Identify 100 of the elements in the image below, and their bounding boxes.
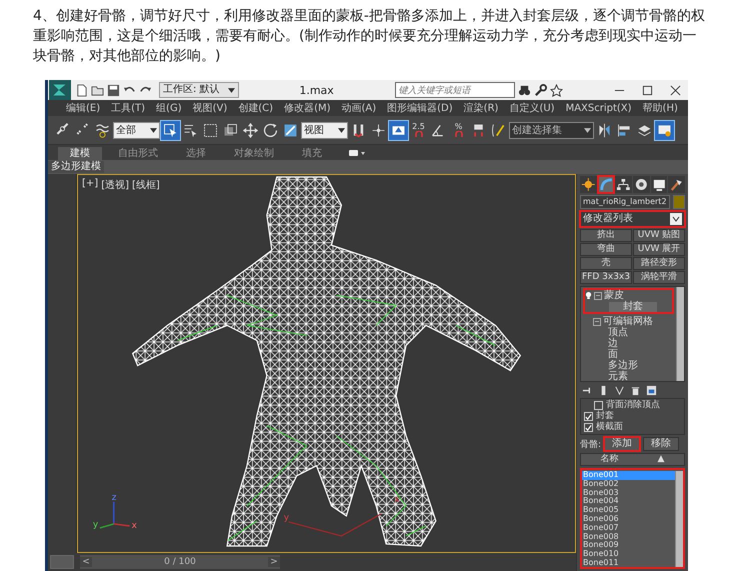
bone-list-item[interactable]: Bone001 [582, 471, 675, 480]
stack-sub-item[interactable]: 面 [608, 350, 618, 360]
stack-sub-item[interactable]: 元素 [608, 372, 628, 382]
bone-list-item[interactable]: Bone007 [582, 524, 675, 533]
modifier-button[interactable]: UVW 贴图 [633, 229, 685, 242]
bone-list-item[interactable]: Bone005 [582, 506, 675, 515]
stack-sub-item[interactable]: 边 [608, 338, 618, 348]
frame-counter: 0 / 100 [164, 557, 196, 567]
modifier-button[interactable]: 弯曲 [580, 243, 632, 256]
viewport-menu-label[interactable]: [透视] [101, 178, 129, 192]
new-file-icon[interactable] [75, 84, 88, 96]
ribbon-panel-label[interactable]: 多边形建模 [48, 161, 104, 173]
collapse-toggle-icon[interactable] [594, 292, 602, 300]
menu-item[interactable]: 渲染(R) [464, 101, 498, 115]
menu-item[interactable]: 编辑(E) [66, 101, 100, 115]
snap-toggle-button[interactable]: % [449, 120, 468, 140]
snap-toggle-button[interactable]: 2.5 [409, 120, 428, 140]
modifier-button[interactable]: UVW 展开 [633, 243, 685, 256]
modifier-button[interactable]: 壳 [580, 257, 632, 270]
search-field[interactable]: 键入关键字或短语 [394, 82, 515, 98]
scrollbar[interactable] [676, 287, 684, 381]
menu-item[interactable]: 创建(C) [238, 101, 274, 115]
menu-item[interactable]: 组(G) [156, 101, 182, 115]
toolbar-dropdown[interactable]: 全部 [113, 122, 160, 138]
toolbar-dropdown[interactable]: 创建选择集 [509, 122, 594, 138]
magnet-icon [454, 130, 462, 136]
ribbon-tab[interactable]: 建模 [58, 147, 102, 160]
render-tool-icon[interactable] [655, 120, 674, 140]
next-frame-button[interactable]: > [268, 557, 280, 567]
window-title: 1.max [298, 84, 335, 96]
star-icon[interactable] [550, 84, 563, 96]
ribbon-tab[interactable]: 填充 [290, 147, 334, 160]
ribbon-options-icon[interactable] [348, 149, 366, 157]
stack-sub-item[interactable]: 顶点 [608, 328, 628, 338]
checkbox[interactable] [594, 401, 603, 410]
timeline-bar[interactable]: < 0 / 100 > [80, 555, 280, 569]
modifier-button[interactable]: 挤出 [580, 229, 632, 242]
ribbon-tab[interactable]: 选择 [174, 147, 218, 160]
utilities-tab-icon[interactable] [668, 176, 686, 193]
motion-tab-icon[interactable] [633, 176, 650, 193]
object-name-field[interactable]: mat_rioRig_lambert2 [580, 195, 670, 209]
save-icon[interactable] [107, 84, 120, 96]
move-tool-icon[interactable] [241, 120, 260, 140]
display-tab-icon[interactable] [650, 176, 668, 193]
viewport-menu-label[interactable]: [+] [82, 178, 98, 192]
caret-icon [228, 88, 235, 92]
trash-icon[interactable] [630, 384, 641, 396]
menu-item[interactable]: 视图(V) [192, 101, 228, 115]
magnet-icon [414, 130, 422, 136]
collapse-toggle-icon[interactable] [593, 318, 601, 326]
bone-list-item[interactable]: Bone006 [582, 514, 675, 524]
ribbon-tab[interactable]: 对象绘制 [222, 147, 286, 160]
bone-list-item[interactable]: Bone009 [582, 541, 675, 550]
bone-list-item[interactable]: Bone003 [582, 488, 675, 498]
folder-icon[interactable] [91, 84, 104, 96]
wrench-icon[interactable] [534, 84, 547, 96]
menu-item[interactable]: 动画(A) [342, 101, 376, 115]
stack-sub-item[interactable]: 多边形 [608, 360, 638, 370]
stack-item[interactable]: 可编辑网格 [603, 316, 653, 326]
close-icon[interactable] [670, 84, 681, 96]
hierarchy-tab-icon[interactable] [615, 176, 632, 193]
modifier-button[interactable]: FFD 3x3x3 [580, 271, 632, 284]
stack-sub-item[interactable]: 封套 [609, 302, 657, 312]
modifier-button[interactable]: 路径变形 [633, 257, 685, 270]
modifier-button[interactable]: 涡轮平滑 [633, 271, 685, 284]
bone-list-item[interactable]: Bone004 [582, 497, 675, 506]
stack-item[interactable]: 蒙皮 [604, 290, 624, 300]
remove-button[interactable]: 移除 [643, 437, 680, 451]
toolbar-dropdown[interactable]: 视图 [301, 122, 348, 138]
menu-item[interactable]: 帮助(H) [642, 101, 678, 115]
bone-list-item[interactable]: Bone002 [582, 480, 675, 489]
previous-frame-button[interactable]: < [80, 557, 92, 567]
configure-icon[interactable] [646, 384, 657, 396]
workspace-dropdown[interactable]: 工作区: 默认 [159, 82, 239, 98]
object-color-swatch[interactable] [672, 195, 685, 209]
select-tool-icon[interactable] [161, 120, 180, 140]
bone-list-item[interactable]: Bone011 [582, 558, 675, 568]
menu-item[interactable]: 图形编辑器(D) [387, 101, 453, 115]
viewport-menu-label[interactable]: [线框] [132, 178, 160, 192]
article-paragraph: 4、创建好骨骼，调节好尺寸，利用修改器里面的蒙板-把骨骼多添加上，并进入封套层级，逐个调节骨骼的权重影响范围，这是个细活哦，需要有耐心。(制作动作的时候要充分理解运动力学，充分考虑到现实中运动一块骨骼，对其他部位的影响。) [32, 7, 706, 66]
binoculars-icon[interactable] [518, 84, 531, 96]
modifier-list-dropdown[interactable]: 修改器列表 [580, 211, 685, 227]
menu-item[interactable]: 工具(T) [111, 101, 146, 115]
menu-item[interactable]: 修改器(M) [284, 101, 330, 115]
checkbox[interactable] [584, 412, 593, 421]
make-unique-icon[interactable] [614, 384, 625, 396]
bone-list-item[interactable]: Bone010 [582, 550, 675, 559]
add-button[interactable]: 添加 [604, 437, 640, 451]
ribbon-tab[interactable]: 自由形式 [106, 147, 170, 160]
bone-list-item[interactable]: Bone008 [582, 532, 675, 542]
app-logo-icon[interactable] [48, 80, 72, 101]
checkbox[interactable] [584, 423, 593, 432]
lightbulb-icon[interactable] [585, 291, 592, 300]
menu-item[interactable]: 自定义(U) [509, 101, 555, 115]
checkbox-label: 封套 [596, 411, 614, 422]
scrollbar[interactable] [675, 471, 683, 567]
column-header[interactable]: 名称 ▲ [580, 453, 685, 466]
create-tab-icon[interactable] [580, 176, 597, 193]
maximize-icon[interactable] [642, 84, 653, 96]
menu-item[interactable]: MAXScript(X) [566, 102, 632, 114]
